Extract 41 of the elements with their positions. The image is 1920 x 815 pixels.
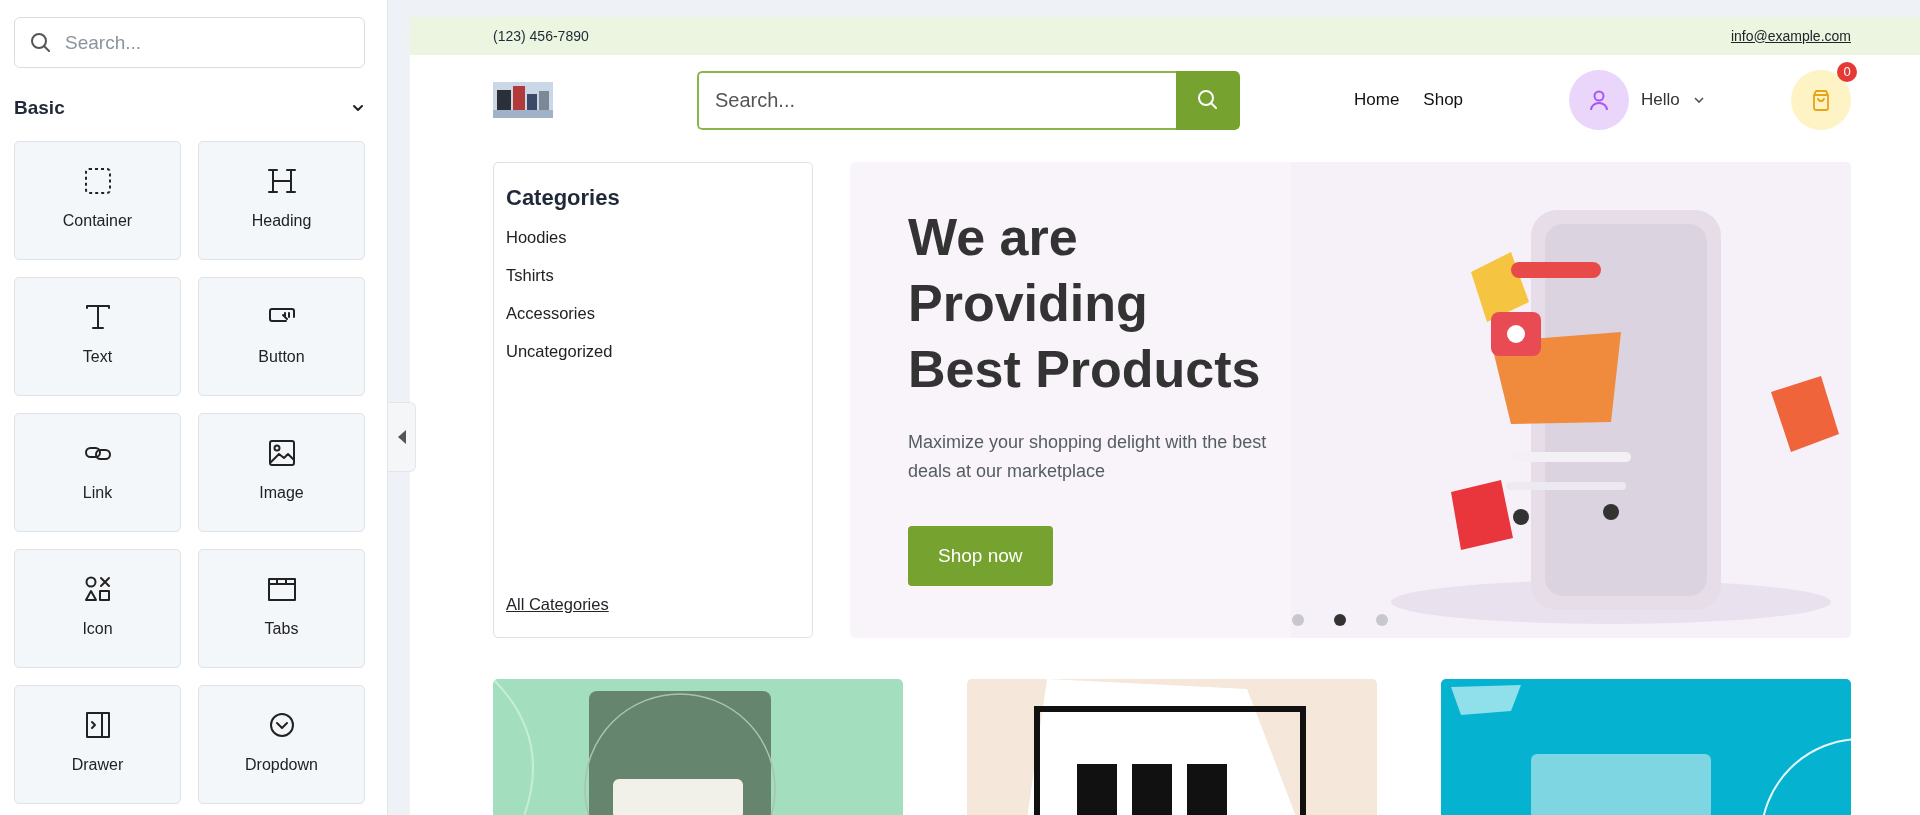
component-tile[interactable]: Drawer — [14, 684, 181, 804]
collapse-icon — [396, 430, 407, 444]
email-link[interactable]: info@example.com — [1730, 25, 1851, 47]
component-tile[interactable]: Image — [198, 412, 365, 532]
component-tile[interactable]: Icon — [14, 548, 181, 668]
search-icon — [1197, 89, 1219, 111]
category-link[interactable]: Accessories — [506, 300, 800, 326]
image-icon — [267, 439, 296, 467]
dashed-square-icon — [83, 167, 112, 195]
search-field[interactable]: Search... — [697, 70, 1176, 130]
panel-title: Categories — [506, 185, 621, 212]
nav-link[interactable]: Shop — [1423, 87, 1464, 113]
all-categories-link[interactable]: All Categories — [506, 592, 800, 617]
dropdown-icon — [267, 711, 296, 739]
heading-icon — [267, 167, 296, 195]
phone-number: (123) 456-7890 — [493, 26, 589, 46]
category-link[interactable]: Hoodies — [506, 225, 800, 251]
component-tile[interactable]: Container — [14, 140, 181, 260]
nav-link[interactable]: Home — [1354, 87, 1400, 113]
search-button[interactable] — [1176, 70, 1240, 130]
hero-subtitle: Maximize your shopping delight with the best deals at our marketplace — [908, 431, 1268, 483]
tabs-icon — [267, 575, 296, 603]
user-greeting: Hello — [1641, 89, 1680, 112]
component-tile[interactable]: Heading — [198, 140, 365, 260]
category-link[interactable]: Uncategorized — [506, 338, 800, 364]
bag-icon — [1811, 89, 1831, 111]
collapse-handle[interactable] — [388, 402, 416, 472]
drawer-icon — [83, 711, 112, 739]
text-icon — [83, 303, 112, 331]
component-tile[interactable]: Tabs — [198, 548, 365, 668]
user-icon — [1588, 89, 1611, 111]
component-tile[interactable]: Text — [14, 276, 181, 396]
component-tile[interactable]: Link — [14, 412, 181, 532]
cart-count-badge: 0 — [1837, 62, 1857, 82]
shapes-icon — [83, 575, 112, 603]
search-icon — [30, 32, 50, 52]
component-tile[interactable]: Button — [198, 276, 365, 396]
hero-heading: We are Providing Best Products — [908, 207, 1262, 400]
component-tile[interactable]: Dropdown — [198, 684, 365, 804]
category-link[interactable]: Tshirts — [506, 263, 800, 288]
section-title: Basic — [14, 96, 65, 120]
